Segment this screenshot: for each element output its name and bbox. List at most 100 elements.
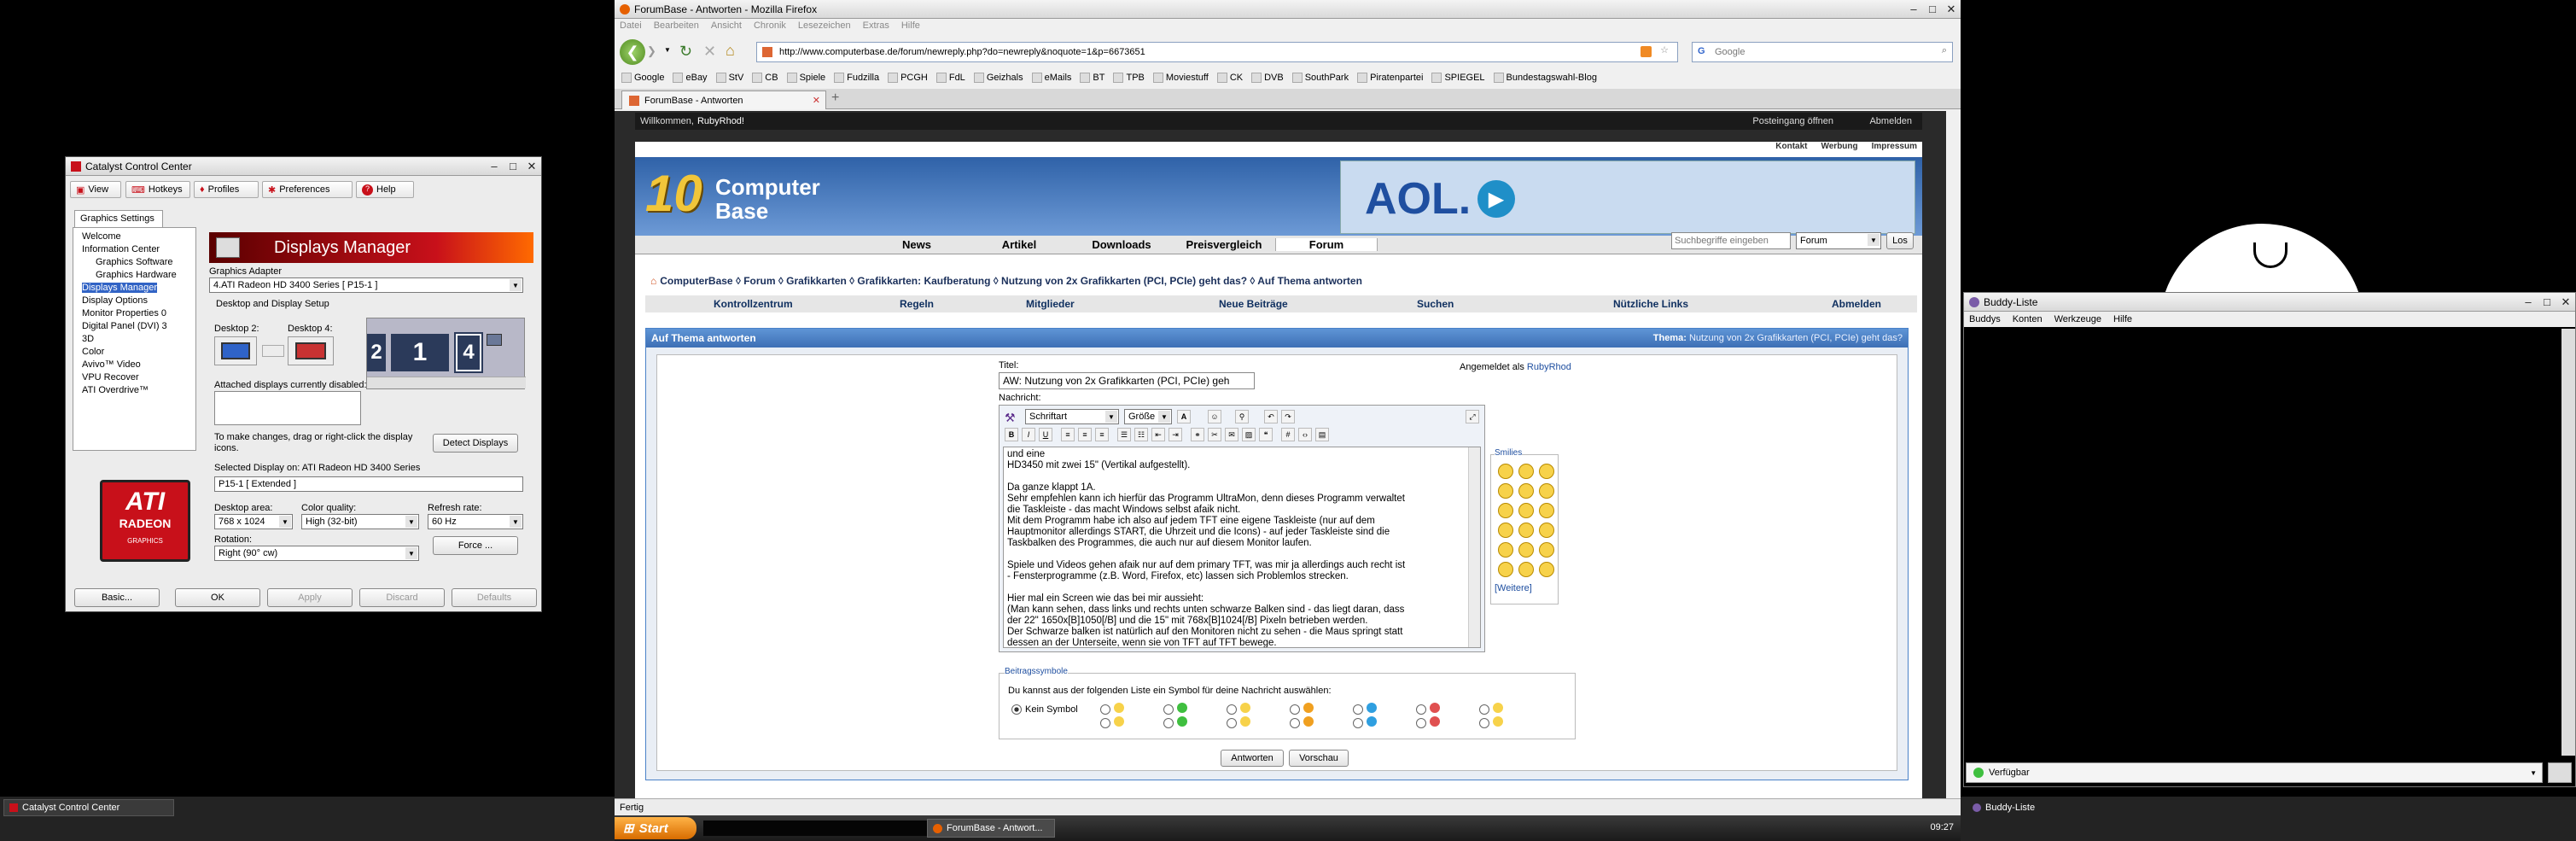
unlink-icon[interactable]: ✂ xyxy=(1208,428,1221,441)
buddy-status-select[interactable]: Verfügbar ▼ xyxy=(1966,762,2543,783)
buddy-taskbar-item[interactable]: Buddy-Liste xyxy=(1967,799,2138,816)
menu-item[interactable]: Chronik xyxy=(754,20,786,36)
underline-icon[interactable]: U xyxy=(1039,428,1052,441)
smilie-menu-icon[interactable]: ☺ xyxy=(1208,410,1221,423)
monitor-2[interactable]: 2 xyxy=(367,334,386,371)
symbol-radio[interactable] xyxy=(1227,704,1237,715)
apply-button[interactable]: Apply xyxy=(267,588,353,607)
smilie-icon[interactable] xyxy=(1539,483,1554,499)
preview-button[interactable]: Vorschau xyxy=(1289,750,1349,767)
bookmark-item[interactable]: BT xyxy=(1080,70,1104,85)
tree-item[interactable]: Graphics Software xyxy=(96,257,172,267)
layout-scrollbar[interactable] xyxy=(367,377,526,388)
main-nav-item[interactable]: Downloads xyxy=(1070,238,1173,251)
tree-item[interactable]: Display Options xyxy=(82,295,148,306)
redo-icon[interactable]: ↷ xyxy=(1281,410,1295,423)
menu-item[interactable]: Extras xyxy=(863,20,889,36)
main-nav-item[interactable]: News xyxy=(865,238,968,251)
welcome-user-link[interactable]: RubyRhod! xyxy=(697,116,744,126)
unordered-list-icon[interactable]: ☷ xyxy=(1134,428,1148,441)
menu-item[interactable]: Datei xyxy=(620,20,642,36)
menu-item[interactable]: Ansicht xyxy=(711,20,742,36)
font-select[interactable]: Schriftart ▼ xyxy=(1025,409,1119,424)
tab-forumbase[interactable]: ForumBase - Antworten ✕ xyxy=(621,91,826,109)
bookmark-item[interactable]: FdL xyxy=(935,70,965,85)
sub-nav-item[interactable]: Nützliche Links xyxy=(1613,298,1688,310)
switch-mode-icon[interactable]: ⚒ xyxy=(1005,411,1016,425)
desktop-area-select[interactable]: 768 x 1024 ▼ xyxy=(214,514,293,529)
textarea-scrollbar[interactable] xyxy=(1468,447,1480,647)
sub-nav-item[interactable]: Mitglieder xyxy=(1026,298,1075,310)
tree-item[interactable]: Displays Manager xyxy=(82,283,158,293)
color-quality-select[interactable]: High (32-bit) ▼ xyxy=(301,514,419,529)
force-button[interactable]: Force ... xyxy=(433,536,518,555)
buddy-scrollbar[interactable] xyxy=(2561,329,2575,756)
smilie-icon[interactable] xyxy=(1518,542,1534,558)
dropdown-history-icon[interactable]: ▼ xyxy=(664,46,671,54)
star-icon[interactable]: ☆ xyxy=(1660,44,1669,55)
link-icon[interactable]: ⚭ xyxy=(1191,428,1204,441)
thema-link[interactable]: Nutzung von 2x Grafikkarten (PCI, PCIe) … xyxy=(1689,333,1903,343)
more-smilies-link[interactable]: [Weitere] xyxy=(1495,583,1532,593)
image-icon[interactable]: ▨ xyxy=(1242,428,1256,441)
new-tab-icon[interactable]: + xyxy=(831,91,839,106)
close-icon[interactable]: ✕ xyxy=(2556,295,2575,310)
tree-item[interactable]: Monitor Properties 0 xyxy=(82,308,166,318)
smilie-icon[interactable] xyxy=(1518,523,1534,538)
minimize-icon[interactable]: – xyxy=(485,159,504,174)
code-hash-icon[interactable]: # xyxy=(1281,428,1295,441)
symbol-radio[interactable] xyxy=(1353,718,1363,728)
selected-display-field[interactable]: P15-1 [ Extended ] xyxy=(214,476,523,492)
symbol-radio[interactable] xyxy=(1100,718,1110,728)
stop-icon[interactable]: ✕ xyxy=(703,43,716,61)
tree-item[interactable]: ATI Overdrive™ xyxy=(82,385,149,395)
smilie-icon[interactable] xyxy=(1518,503,1534,518)
buddy-menu-item[interactable]: Werkzeuge xyxy=(2054,314,2101,324)
forum-search-scope[interactable]: Forum ▼ xyxy=(1796,232,1881,249)
top-link[interactable]: Werbung xyxy=(1821,142,1857,155)
indent-icon[interactable]: ⇥ xyxy=(1169,428,1182,441)
smilie-icon[interactable] xyxy=(1518,483,1534,499)
logout-top-link[interactable]: Abmelden xyxy=(1869,116,1912,126)
forward-icon[interactable]: ❯ xyxy=(647,44,662,60)
tree-item[interactable]: Information Center xyxy=(82,244,160,254)
outdent-icon[interactable]: ⇤ xyxy=(1151,428,1165,441)
bookmark-item[interactable]: Spiele xyxy=(786,70,825,85)
symbol-radio[interactable] xyxy=(1290,704,1300,715)
buddy-titlebar[interactable]: Buddy-Liste – □ ✕ xyxy=(1964,293,2575,312)
symbol-radio[interactable] xyxy=(1163,704,1174,715)
minimize-icon[interactable]: – xyxy=(2519,295,2538,310)
email-icon[interactable]: ✉ xyxy=(1225,428,1238,441)
smilie-icon[interactable] xyxy=(1498,542,1513,558)
back-icon[interactable]: ❮ xyxy=(620,39,645,65)
bookmark-item[interactable]: SPIEGEL xyxy=(1431,70,1485,85)
resize-icon[interactable]: ⤢ xyxy=(1466,410,1479,423)
sub-nav-item[interactable]: Regeln xyxy=(900,298,934,310)
titel-input[interactable]: AW: Nutzung von 2x Grafikkarten (PCI, PC… xyxy=(999,372,1255,389)
menu-item[interactable]: Bearbeiten xyxy=(654,20,699,36)
url-bar[interactable]: http://www.computerbase.de/forum/newrepl… xyxy=(756,42,1678,62)
bookmark-item[interactable]: StV xyxy=(715,70,743,85)
web-search-input[interactable]: G Google ⌕ xyxy=(1692,42,1953,62)
firefox-taskbar-item[interactable]: ForumBase - Antwort... xyxy=(927,819,1055,838)
smilie-icon[interactable] xyxy=(1518,464,1534,479)
discard-button[interactable]: Discard xyxy=(359,588,445,607)
ccc-taskbar-item[interactable]: Catalyst Control Center xyxy=(3,799,174,816)
bookmark-item[interactable]: SouthPark xyxy=(1291,70,1349,85)
refresh-rate-select[interactable]: 60 Hz ▼ xyxy=(428,514,523,529)
smilie-icon[interactable] xyxy=(1498,483,1513,499)
align-right-icon[interactable]: ≡ xyxy=(1095,428,1109,441)
buddy-menu-item[interactable]: Konten xyxy=(2013,314,2043,324)
display-layout-area[interactable]: 2 1 4 xyxy=(366,318,526,389)
bold-icon[interactable]: B xyxy=(1005,428,1018,441)
forum-search-input[interactable]: Suchbegriffe eingeben xyxy=(1671,232,1791,249)
smilie-icon[interactable] xyxy=(1498,464,1513,479)
maximize-icon[interactable]: □ xyxy=(504,159,522,174)
bookmark-item[interactable]: Google xyxy=(621,70,664,85)
symbol-radio[interactable] xyxy=(1416,718,1426,728)
maximize-icon[interactable]: □ xyxy=(2538,295,2556,310)
close-tab-icon[interactable]: ✕ xyxy=(813,95,820,106)
monitor-4[interactable]: 4 xyxy=(454,332,483,373)
tree-item[interactable]: 3D xyxy=(82,334,94,344)
no-symbol-radio[interactable] xyxy=(1011,704,1022,715)
